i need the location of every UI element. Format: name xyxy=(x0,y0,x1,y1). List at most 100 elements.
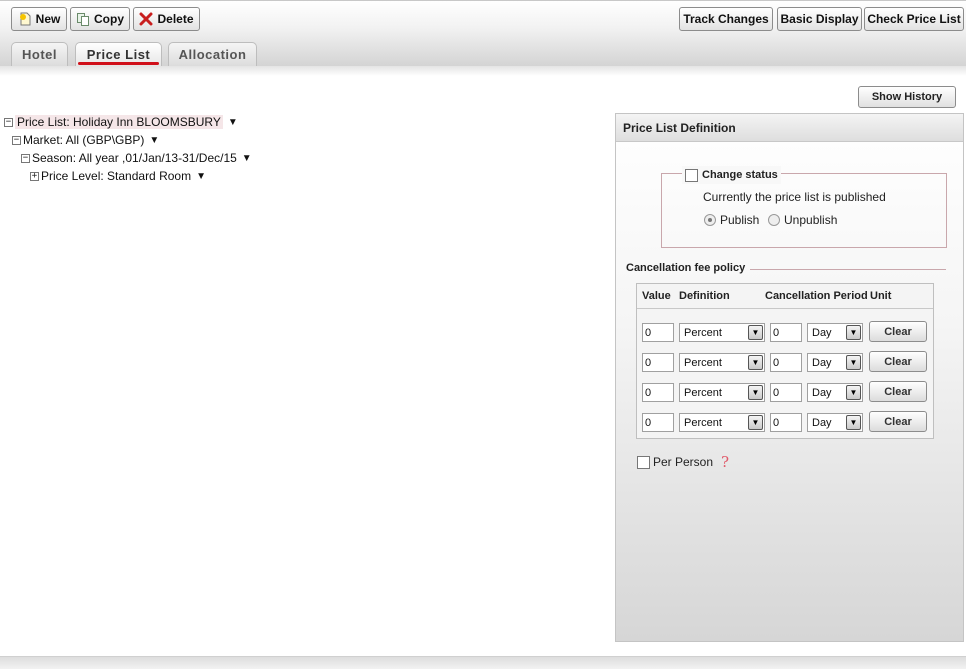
definition-select[interactable]: Percent ▼ xyxy=(679,353,765,372)
unit-value: Day xyxy=(812,386,832,399)
status-text: Currently the price list is published xyxy=(703,190,886,204)
show-history-button[interactable]: Show History xyxy=(858,86,956,108)
definition-value: Percent xyxy=(684,356,722,369)
cancellation-divider xyxy=(750,269,946,270)
publish-radio[interactable] xyxy=(704,214,716,226)
publish-option[interactable]: Publish xyxy=(704,213,759,227)
tab-price-list-label: Price List xyxy=(86,47,151,62)
dropdown-caret-icon[interactable]: ▼ xyxy=(196,171,206,182)
dropdown-caret-icon[interactable]: ▼ xyxy=(242,153,252,164)
dropdown-caret-icon[interactable]: ▼ xyxy=(149,135,159,146)
check-price-list-button[interactable]: Check Price List xyxy=(864,7,964,31)
per-person-checkbox[interactable] xyxy=(637,455,650,469)
cancellation-fee-title: Cancellation fee policy xyxy=(626,262,746,274)
new-icon xyxy=(18,12,32,26)
unit-value: Day xyxy=(812,356,832,369)
unpublish-radio[interactable] xyxy=(768,214,780,226)
clear-button[interactable]: Clear xyxy=(869,381,927,402)
tab-allocation-label: Allocation xyxy=(178,47,247,62)
value-input[interactable]: 0 xyxy=(642,323,674,342)
value-input[interactable]: 0 xyxy=(642,383,674,402)
unit-select[interactable]: Day ▼ xyxy=(807,383,863,402)
definition-select[interactable]: Percent ▼ xyxy=(679,413,765,432)
definition-value: Percent xyxy=(684,416,722,429)
definition-select[interactable]: Percent ▼ xyxy=(679,323,765,342)
clear-button[interactable]: Clear xyxy=(869,321,927,342)
panel-title: Price List Definition xyxy=(616,114,963,142)
tree-label-market[interactable]: Market: All (GBP\GBP) xyxy=(23,133,144,147)
change-status-legend[interactable]: Change status xyxy=(682,166,781,184)
check-price-list-label: Check Price List xyxy=(867,12,961,26)
tab-allocation[interactable]: Allocation xyxy=(168,42,257,66)
col-cancellation-period: Cancellation Period xyxy=(765,290,868,302)
tree-node-price-list[interactable]: − Price List: Holiday Inn BLOOMSBURY ▼ xyxy=(4,115,238,129)
track-changes-label: Track Changes xyxy=(683,12,769,26)
copy-button[interactable]: Copy xyxy=(70,7,130,31)
unit-value: Day xyxy=(812,416,832,429)
unit-select[interactable]: Day ▼ xyxy=(807,413,863,432)
dropdown-caret-icon[interactable]: ▼ xyxy=(228,117,238,128)
cancellation-grid: Value Definition Cancellation Period Uni… xyxy=(636,283,934,439)
dropdown-arrow-icon[interactable]: ▼ xyxy=(748,355,763,370)
dropdown-arrow-icon[interactable]: ▼ xyxy=(748,415,763,430)
change-status-label: Change status xyxy=(702,169,778,181)
publish-label: Publish xyxy=(720,213,760,227)
value-input[interactable]: 0 xyxy=(642,353,674,372)
dropdown-arrow-icon[interactable]: ▼ xyxy=(846,385,861,400)
period-input[interactable]: 0 xyxy=(770,353,802,372)
change-status-group xyxy=(661,173,947,248)
unit-select[interactable]: Day ▼ xyxy=(807,323,863,342)
collapse-icon[interactable]: − xyxy=(21,153,30,163)
period-input[interactable]: 0 xyxy=(770,323,802,342)
help-icon[interactable]: ? xyxy=(721,453,729,471)
track-changes-button[interactable]: Track Changes xyxy=(679,7,773,31)
tree-node-price-level[interactable]: + Price Level: Standard Room ▼ xyxy=(30,169,206,183)
basic-display-button[interactable]: Basic Display xyxy=(777,7,862,31)
tree-label-season[interactable]: Season: All year ,01/Jan/13-31/Dec/15 xyxy=(32,151,237,165)
toolbar-shadow xyxy=(0,66,966,76)
value-input[interactable]: 0 xyxy=(642,413,674,432)
tree-node-market[interactable]: − Market: All (GBP\GBP) ▼ xyxy=(12,133,159,147)
definition-value: Percent xyxy=(684,326,722,339)
definition-value: Percent xyxy=(684,386,722,399)
collapse-icon[interactable]: − xyxy=(4,117,13,127)
new-button-label: New xyxy=(35,12,61,26)
dropdown-arrow-icon[interactable]: ▼ xyxy=(846,325,861,340)
status-bar xyxy=(0,656,966,669)
per-person-option[interactable]: Per Person ? xyxy=(637,453,729,471)
grid-header-divider xyxy=(637,308,933,309)
unit-select[interactable]: Day ▼ xyxy=(807,353,863,372)
new-button[interactable]: New xyxy=(11,7,67,31)
expand-icon[interactable]: + xyxy=(30,171,39,181)
tree-label-price-level[interactable]: Price Level: Standard Room xyxy=(41,169,191,183)
active-tab-indicator xyxy=(78,62,159,65)
change-status-checkbox[interactable] xyxy=(685,168,698,182)
tree-label-price-list[interactable]: Price List: Holiday Inn BLOOMSBURY xyxy=(15,115,223,129)
collapse-icon[interactable]: − xyxy=(12,135,21,145)
col-unit: Unit xyxy=(870,290,892,302)
delete-icon xyxy=(139,12,153,26)
basic-display-label: Basic Display xyxy=(780,12,859,26)
delete-button[interactable]: Delete xyxy=(133,7,200,31)
period-input[interactable]: 0 xyxy=(770,383,802,402)
toolbar: New Copy Delete Track Changes Basic Disp… xyxy=(0,0,966,68)
dropdown-arrow-icon[interactable]: ▼ xyxy=(846,355,861,370)
unpublish-option[interactable]: Unpublish xyxy=(768,213,837,227)
period-input[interactable]: 0 xyxy=(770,413,802,432)
tab-hotel-label: Hotel xyxy=(22,47,57,62)
unit-value: Day xyxy=(812,326,832,339)
col-definition: Definition xyxy=(679,290,730,302)
copy-button-label: Copy xyxy=(94,12,124,26)
dropdown-arrow-icon[interactable]: ▼ xyxy=(748,385,763,400)
clear-button[interactable]: Clear xyxy=(869,351,927,372)
dropdown-arrow-icon[interactable]: ▼ xyxy=(748,325,763,340)
tree-node-season[interactable]: − Season: All year ,01/Jan/13-31/Dec/15 … xyxy=(21,151,252,165)
definition-select[interactable]: Percent ▼ xyxy=(679,383,765,402)
col-value: Value xyxy=(642,290,671,302)
dropdown-arrow-icon[interactable]: ▼ xyxy=(846,415,861,430)
per-person-label: Per Person xyxy=(653,455,714,469)
clear-button[interactable]: Clear xyxy=(869,411,927,432)
delete-button-label: Delete xyxy=(157,12,194,26)
tab-hotel[interactable]: Hotel xyxy=(11,42,68,66)
copy-icon xyxy=(76,12,90,26)
